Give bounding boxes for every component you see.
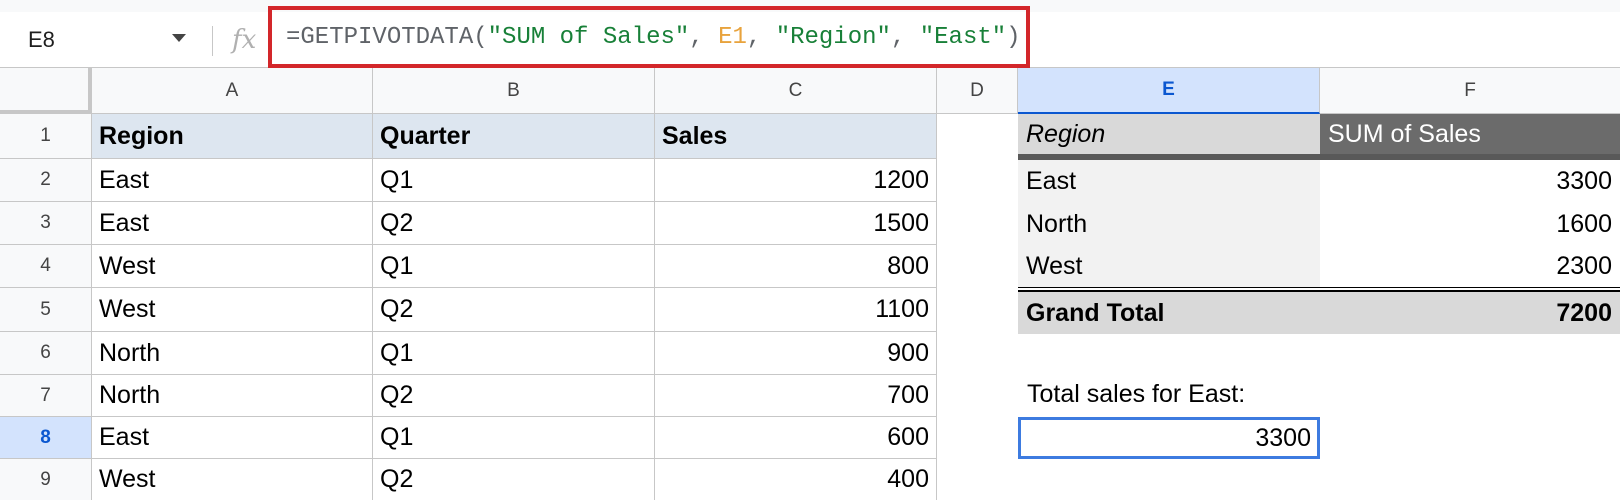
formula-close-paren: ) [1006,23,1021,51]
formula-separator: , [689,23,719,51]
row-header-1[interactable]: 1 [0,114,92,159]
row-header-9[interactable]: 9 [0,459,92,500]
formula-separator: , [890,23,920,51]
row-header-3[interactable]: 3 [0,202,92,245]
formula-arg-reference: E1 [718,23,747,51]
column-header-d[interactable]: D [937,68,1018,114]
row-header-4[interactable]: 4 [0,245,92,288]
table-cell-region[interactable]: East [92,159,373,202]
row-header-2[interactable]: 2 [0,159,92,202]
table-cell-sales[interactable]: 700 [655,375,937,417]
table-cell-quarter[interactable]: Q2 [373,202,655,245]
table-cell-quarter[interactable]: Q2 [373,375,655,417]
table-cell-region[interactable]: West [92,459,373,500]
table-cell-quarter[interactable]: Q2 [373,288,655,332]
pivot-row-value[interactable]: 3300 [1320,160,1620,203]
formula-arg-string: "East" [919,23,1007,51]
table-cell-region[interactable]: East [92,417,373,459]
table-cell-region[interactable]: North [92,375,373,417]
table-cell-quarter[interactable]: Q1 [373,159,655,202]
table-cell-quarter[interactable]: Q1 [373,417,655,459]
selected-cell-e8[interactable]: 3300 [1018,417,1320,459]
pivot-row-label[interactable]: West [1018,245,1320,287]
pivot-row-header[interactable]: Region [1018,114,1320,160]
total-sales-label[interactable]: Total sales for East: [1027,380,1245,409]
row-header-7[interactable]: 7 [0,375,92,417]
table-cell-sales[interactable]: 400 [655,459,937,500]
name-box[interactable]: E8 [0,12,200,68]
pivot-value-header[interactable]: SUM of Sales [1320,114,1620,160]
table-cell-region[interactable]: North [92,332,373,375]
formula-arg-string: "Region" [775,23,891,51]
select-all-corner[interactable] [0,68,92,114]
pivot-row-label[interactable]: East [1018,160,1320,203]
table-header-quarter[interactable]: Quarter [373,114,655,159]
table-cell-sales[interactable]: 1500 [655,202,937,245]
formula-input[interactable]: =GETPIVOTDATA("SUM of Sales", E1, "Regio… [268,6,1030,68]
chevron-down-icon[interactable] [172,34,186,42]
column-header-a[interactable]: A [92,68,373,114]
table-cell-sales[interactable]: 800 [655,245,937,288]
table-cell-sales[interactable]: 1200 [655,159,937,202]
table-cell-sales[interactable]: 600 [655,417,937,459]
table-cell-region[interactable]: West [92,245,373,288]
pivot-grand-total-label[interactable]: Grand Total [1018,292,1320,334]
table-header-sales[interactable]: Sales [655,114,937,159]
pivot-grand-total-value[interactable]: 7200 [1320,292,1620,334]
table-cell-region[interactable]: East [92,202,373,245]
formula-arg-string: "SUM of Sales" [487,23,690,51]
row-header-8[interactable]: 8 [0,417,92,459]
formula-separator: , [746,23,776,51]
table-cell-sales[interactable]: 1100 [655,288,937,332]
pivot-row-value[interactable]: 1600 [1320,203,1620,245]
table-cell-quarter[interactable]: Q1 [373,245,655,288]
table-header-region[interactable]: Region [92,114,373,159]
formula-function: =GETPIVOTDATA( [286,23,488,51]
table-cell-region[interactable]: West [92,288,373,332]
table-cell-quarter[interactable]: Q1 [373,332,655,375]
column-header-f[interactable]: F [1320,68,1620,114]
row-header-6[interactable]: 6 [0,332,92,375]
formula-bar-divider [212,26,213,56]
column-header-c[interactable]: C [655,68,937,114]
table-cell-sales[interactable]: 900 [655,332,937,375]
table-cell-quarter[interactable]: Q2 [373,459,655,500]
fx-icon: fx [232,25,257,55]
column-header-e[interactable]: E [1018,68,1320,114]
row-header-5[interactable]: 5 [0,288,92,332]
pivot-row-label[interactable]: North [1018,203,1320,245]
pivot-row-value[interactable]: 2300 [1320,245,1620,287]
column-header-b[interactable]: B [373,68,655,114]
